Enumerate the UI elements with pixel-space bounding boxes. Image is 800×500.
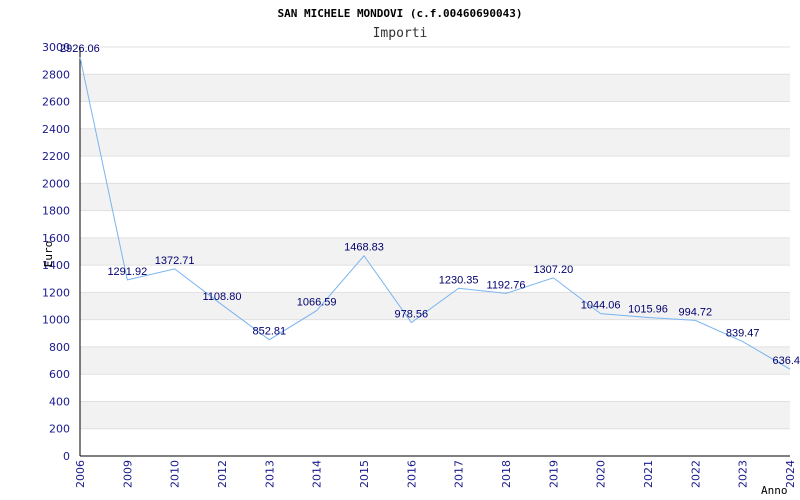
y-axis-label: Euro (42, 241, 55, 268)
x-tick-label: 2016 (405, 460, 418, 488)
data-label: 636.4 (772, 355, 800, 367)
x-tick-label: 2018 (500, 460, 513, 488)
y-tick-label: 2200 (42, 150, 70, 163)
y-tick-label: 800 (49, 341, 70, 354)
y-tick-label: 200 (49, 423, 70, 436)
grid-band (80, 346, 790, 375)
data-label: 2926.06 (60, 43, 100, 55)
grid-band (80, 401, 790, 429)
data-label: 852.81 (253, 326, 287, 338)
y-tick-label: 1800 (42, 205, 70, 218)
x-tick-label: 2017 (453, 460, 466, 488)
grid-band (80, 128, 790, 157)
x-tick-label: 2019 (547, 460, 560, 488)
y-tick-label: 600 (49, 368, 70, 381)
data-label: 839.47 (726, 328, 760, 340)
grid-band (80, 74, 790, 102)
y-tick-label: 2000 (42, 177, 70, 190)
data-label: 1307.20 (533, 264, 573, 276)
data-label: 994.72 (679, 306, 713, 318)
line-chart: 0200400600800100012001400160018002000220… (42, 7, 800, 497)
chart-title: SAN MICHELE MONDOVI (c.f.00460690043) (277, 7, 522, 20)
x-tick-label: 2022 (689, 460, 702, 488)
x-tick-label: 2023 (737, 460, 750, 488)
data-label: 1044.06 (581, 300, 621, 312)
data-label: 1468.83 (344, 242, 384, 254)
x-tick-label: 2006 (74, 460, 87, 488)
x-tick-label: 2015 (358, 460, 371, 488)
x-axis-label: Anno (761, 484, 788, 497)
chart-subtitle: Importi (373, 26, 428, 41)
series-line (79, 56, 791, 370)
x-tick-label: 2014 (311, 460, 324, 488)
y-tick-label: 2800 (42, 68, 70, 81)
y-tick-label: 2400 (42, 123, 70, 136)
grid-band (80, 183, 790, 211)
x-tick-label: 2012 (216, 460, 229, 488)
x-tick-labels: 2006 2009 2010 2012 2013 2014 2015 2016 2017 2018… (74, 460, 797, 488)
y-tick-label: 400 (49, 395, 70, 408)
y-tick-label: 0 (63, 450, 70, 463)
x-tick-label: 2013 (263, 460, 276, 488)
y-tick-label: 2600 (42, 96, 70, 109)
x-tick-label: 2010 (169, 460, 182, 488)
data-label: 1372.71 (155, 255, 195, 267)
data-label: 1230.35 (439, 274, 479, 286)
x-tick-label: 2021 (642, 460, 655, 488)
data-label: 978.56 (395, 309, 429, 321)
y-tick-label: 1200 (42, 286, 70, 299)
x-tick-label: 2020 (595, 460, 608, 488)
x-tick-label: 2009 (121, 460, 134, 488)
data-label: 1108.80 (203, 291, 242, 303)
data-label: 1291.92 (107, 266, 147, 278)
plot-background (80, 74, 790, 429)
data-label: 1192.76 (487, 279, 526, 291)
y-tick-label: 1000 (42, 314, 70, 327)
data-label: 1066.59 (297, 297, 337, 309)
data-label: 1015.96 (628, 303, 668, 315)
